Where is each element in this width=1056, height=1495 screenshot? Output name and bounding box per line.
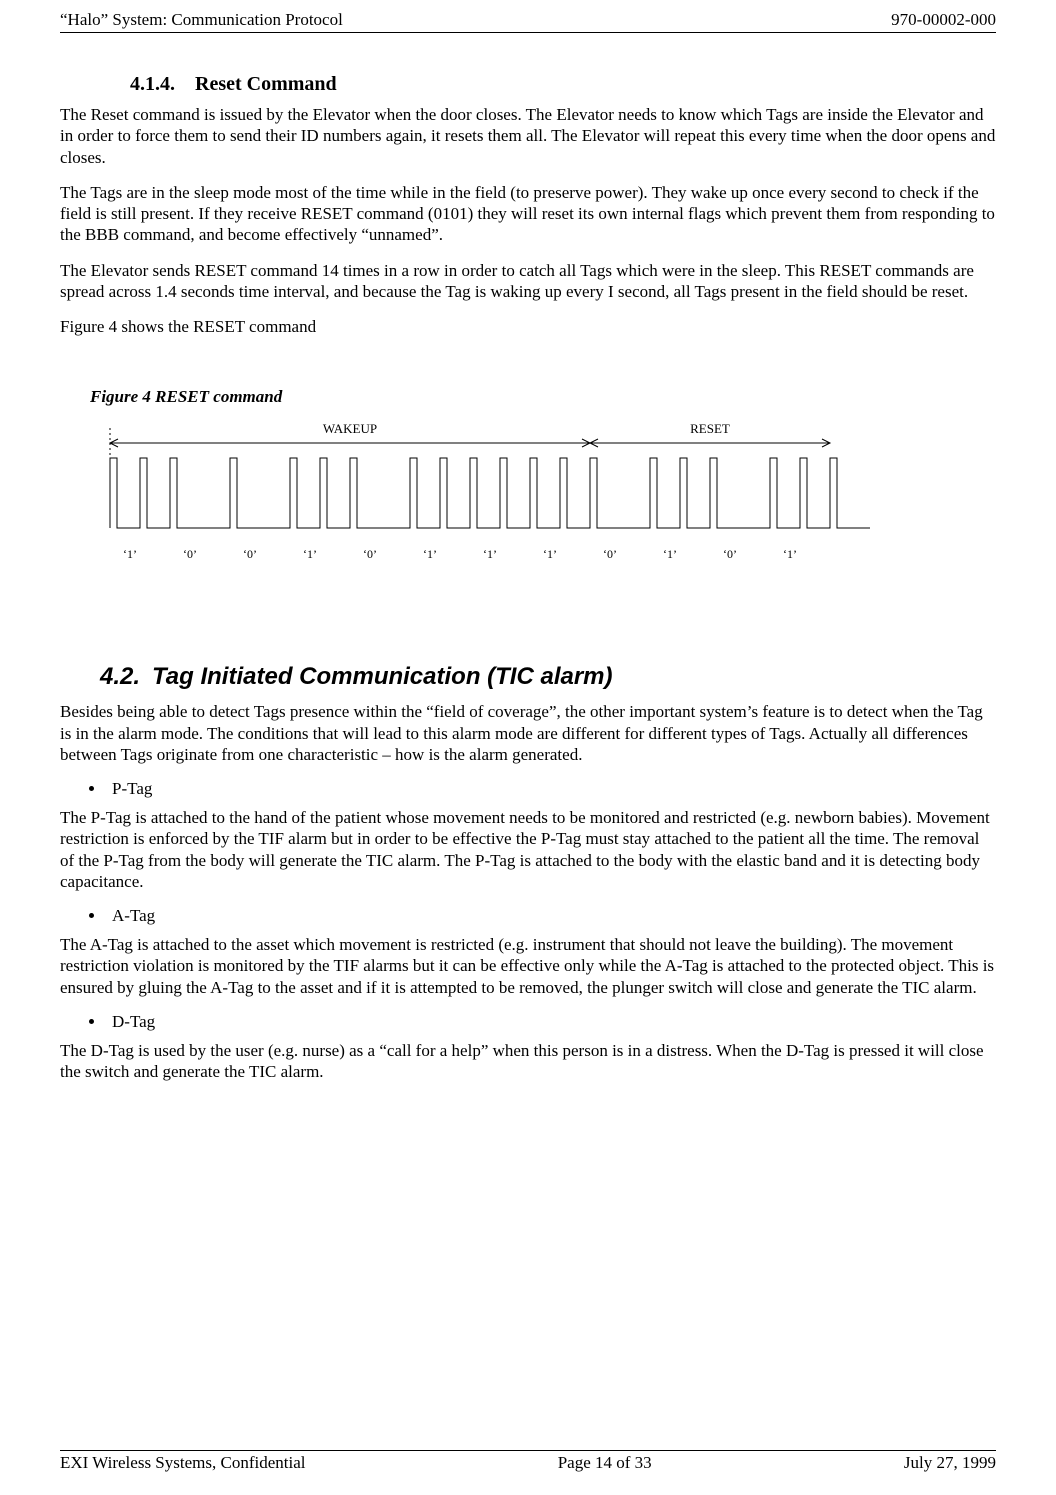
svg-text:‘1’: ‘1’	[303, 547, 317, 561]
svg-text:‘1’: ‘1’	[663, 547, 677, 561]
para-414-4: Figure 4 shows the RESET command	[60, 316, 996, 337]
header-left: “Halo” System: Communication Protocol	[60, 10, 343, 30]
svg-text:‘1’: ‘1’	[483, 547, 497, 561]
para-414-2: The Tags are in the sleep mode most of t…	[60, 182, 996, 246]
svg-text:WAKEUP: WAKEUP	[323, 421, 377, 436]
heading-4-2: 4.2. Tag Initiated Communication (TIC al…	[100, 663, 996, 691]
para-414-3: The Elevator sends RESET command 14 time…	[60, 260, 996, 303]
svg-text:‘0’: ‘0’	[363, 547, 377, 561]
para-ptag: The P-Tag is attached to the hand of the…	[60, 807, 996, 892]
svg-text:RESET: RESET	[690, 421, 730, 436]
page-header: “Halo” System: Communication Protocol 97…	[60, 0, 996, 33]
svg-text:‘0’: ‘0’	[183, 547, 197, 561]
svg-text:‘1’: ‘1’	[423, 547, 437, 561]
footer-center: Page 14 of 33	[558, 1453, 652, 1473]
bullet-ptag: P-Tag	[106, 779, 996, 799]
para-dtag: The D-Tag is used by the user (e.g. nurs…	[60, 1040, 996, 1083]
svg-text:‘1’: ‘1’	[783, 547, 797, 561]
footer-right: July 27, 1999	[904, 1453, 996, 1473]
para-42-intro: Besides being able to detect Tags presen…	[60, 701, 996, 765]
para-414-1: The Reset command is issued by the Eleva…	[60, 104, 996, 168]
para-atag: The A-Tag is attached to the asset which…	[60, 934, 996, 998]
svg-text:‘1’: ‘1’	[123, 547, 137, 561]
bullet-atag: A-Tag	[106, 906, 996, 926]
svg-text:‘0’: ‘0’	[723, 547, 737, 561]
footer-left: EXI Wireless Systems, Confidential	[60, 1453, 305, 1473]
header-right: 970-00002-000	[891, 10, 996, 30]
page-footer: EXI Wireless Systems, Confidential Page …	[60, 1450, 996, 1473]
svg-text:‘1’: ‘1’	[543, 547, 557, 561]
svg-text:‘0’: ‘0’	[603, 547, 617, 561]
figure-4-caption: Figure 4 RESET command	[90, 387, 996, 407]
bullet-list-atag: A-Tag	[60, 906, 996, 926]
heading-4-1-4: 4.1.4. Reset Command	[130, 73, 996, 96]
figure-4-diagram: WAKEUP RESET ‘1’ ‘0’ ‘0’ ‘1’ ‘0’ ‘1’ ‘1’ ‘1’ ‘0’ ‘1…	[100, 413, 996, 593]
bullet-dtag: D-Tag	[106, 1012, 996, 1032]
bullet-list-ptag: P-Tag	[60, 779, 996, 799]
bullet-list-dtag: D-Tag	[60, 1012, 996, 1032]
svg-text:‘0’: ‘0’	[243, 547, 257, 561]
